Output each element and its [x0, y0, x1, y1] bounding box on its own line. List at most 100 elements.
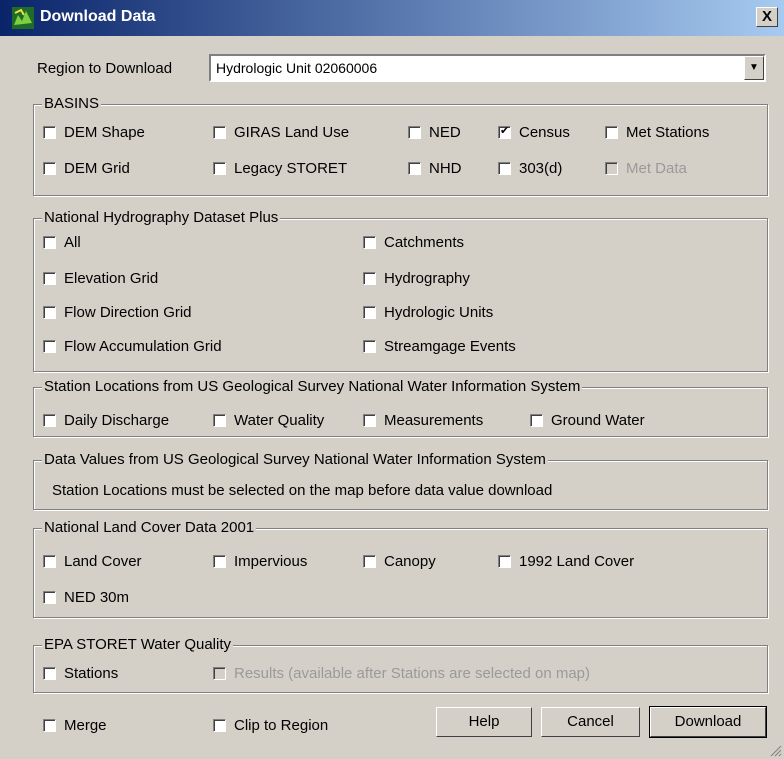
checkbox-label: Flow Direction Grid: [64, 304, 192, 321]
checkbox-1992-land-cover[interactable]: 1992 Land Cover: [498, 553, 634, 570]
checkbox-label: Ground Water: [551, 412, 645, 429]
checkbox-box[interactable]: [213, 414, 226, 427]
checkbox-box[interactable]: [363, 306, 376, 319]
checkbox-label: 303(d): [519, 160, 563, 177]
checkbox-box[interactable]: [363, 414, 376, 427]
resize-grip-icon[interactable]: [770, 745, 782, 757]
checkbox-box[interactable]: [43, 236, 56, 249]
title-bar: Download Data X: [0, 0, 784, 36]
checkbox-label: Flow Accumulation Grid: [64, 338, 222, 355]
checkbox-label: Impervious: [234, 553, 308, 570]
checkbox-dem-grid[interactable]: DEM Grid: [43, 160, 130, 177]
checkbox-flow-accumulation-grid[interactable]: Flow Accumulation Grid: [43, 338, 222, 355]
checkbox-daily-discharge[interactable]: Daily Discharge: [43, 412, 169, 429]
checkbox-label: All: [64, 234, 81, 251]
checkbox-box[interactable]: [43, 719, 56, 732]
checkbox-hydrography[interactable]: Hydrography: [363, 270, 470, 287]
nwis-stations-legend: Station Locations from US Geological Sur…: [42, 378, 583, 395]
checkbox-ned-30m[interactable]: NED 30m: [43, 589, 129, 606]
help-button[interactable]: Help: [436, 707, 532, 737]
checkbox-box[interactable]: [363, 555, 376, 568]
basins-legend: BASINS: [42, 95, 102, 112]
checkbox-merge[interactable]: Merge: [43, 717, 107, 734]
checkbox-box[interactable]: [43, 414, 56, 427]
checkbox-nhd[interactable]: NHD: [408, 160, 462, 177]
checkbox-label: Hydrography: [384, 270, 470, 287]
checkbox-label: Daily Discharge: [64, 412, 170, 429]
checkbox-box[interactable]: [363, 340, 376, 353]
checkbox-box[interactable]: [43, 340, 56, 353]
checkbox-box[interactable]: [498, 162, 511, 175]
checkbox-label: Water Quality: [234, 412, 325, 429]
checkbox-label: Canopy: [384, 553, 436, 570]
checkbox-box[interactable]: [43, 667, 56, 680]
checkbox-legacy-storet[interactable]: Legacy STORET: [213, 160, 347, 177]
checkbox-box[interactable]: [408, 162, 421, 175]
checkbox-label: GIRAS Land Use: [234, 124, 350, 141]
checkbox-met-data: Met Data: [605, 160, 687, 177]
checkbox-box[interactable]: [43, 162, 56, 175]
checkbox-label: 1992 Land Cover: [519, 553, 635, 570]
storet-legend: EPA STORET Water Quality: [42, 636, 234, 653]
checkbox-box[interactable]: [530, 414, 543, 427]
checkbox-census[interactable]: Census: [498, 124, 570, 141]
checkbox-box[interactable]: [213, 126, 226, 139]
checkbox-nhd-all[interactable]: All: [43, 234, 81, 251]
checkbox-box[interactable]: [408, 126, 421, 139]
checkbox-label: Census: [519, 124, 570, 141]
checkbox-label: Met Stations: [626, 124, 710, 141]
nhdplus-legend: National Hydrography Dataset Plus: [42, 209, 281, 226]
checkbox-ground-water[interactable]: Ground Water: [530, 412, 645, 429]
checkbox-label: Results (available after Stations are se…: [234, 665, 591, 682]
checkbox-box[interactable]: [43, 555, 56, 568]
checkbox-catchments[interactable]: Catchments: [363, 234, 464, 251]
nlcd-legend: National Land Cover Data 2001: [42, 519, 257, 536]
checkbox-label: Legacy STORET: [234, 160, 348, 177]
checkbox-box: [605, 162, 618, 175]
checkbox-box[interactable]: [43, 591, 56, 604]
checkbox-dem-shape[interactable]: DEM Shape: [43, 124, 145, 141]
checkbox-flow-direction-grid[interactable]: Flow Direction Grid: [43, 304, 192, 321]
chevron-down-icon[interactable]: ▼: [744, 56, 764, 80]
checkbox-land-cover[interactable]: Land Cover: [43, 553, 142, 570]
checkbox-elevation-grid[interactable]: Elevation Grid: [43, 270, 158, 287]
checkbox-streamgage-events[interactable]: Streamgage Events: [363, 338, 516, 355]
checkbox-storet-stations[interactable]: Stations: [43, 665, 118, 682]
window-title: Download Data: [40, 8, 156, 25]
checkbox-met-stations[interactable]: Met Stations: [605, 124, 709, 141]
checkbox-ned[interactable]: NED: [408, 124, 461, 141]
checkbox-label: Stations: [64, 665, 119, 682]
checkbox-water-quality[interactable]: Water Quality: [213, 412, 324, 429]
checkbox-303d[interactable]: 303(d): [498, 160, 562, 177]
checkbox-giras-land-use[interactable]: GIRAS Land Use: [213, 124, 349, 141]
checkbox-label: NED: [429, 124, 461, 141]
checkbox-hydrologic-units[interactable]: Hydrologic Units: [363, 304, 493, 321]
download-button[interactable]: Download: [649, 706, 767, 738]
close-button[interactable]: X: [756, 7, 778, 27]
checkbox-box[interactable]: [363, 236, 376, 249]
checkbox-box[interactable]: [213, 555, 226, 568]
checkbox-box[interactable]: [43, 272, 56, 285]
checkbox-box[interactable]: [605, 126, 618, 139]
region-select[interactable]: Hydrologic Unit 02060006 ▼: [209, 54, 766, 82]
checkbox-clip-to-region[interactable]: Clip to Region: [213, 717, 328, 734]
checkbox-box: [213, 667, 226, 680]
checkbox-box[interactable]: [213, 162, 226, 175]
checkbox-label: DEM Shape: [64, 124, 145, 141]
checkbox-label: DEM Grid: [64, 160, 130, 177]
checkbox-box[interactable]: [363, 272, 376, 285]
checkbox-label: Measurements: [384, 412, 484, 429]
checkbox-box[interactable]: [498, 555, 511, 568]
checkbox-box[interactable]: [43, 126, 56, 139]
checkbox-box[interactable]: [213, 719, 226, 732]
checkbox-measurements[interactable]: Measurements: [363, 412, 483, 429]
checkbox-box[interactable]: [498, 124, 511, 139]
checkbox-storet-results: Results (available after Stations are se…: [213, 665, 590, 682]
nwis-values-legend: Data Values from US Geological Survey Na…: [42, 451, 548, 468]
checkbox-box[interactable]: [43, 306, 56, 319]
checkbox-canopy[interactable]: Canopy: [363, 553, 436, 570]
checkbox-impervious[interactable]: Impervious: [213, 553, 307, 570]
checkbox-label: Elevation Grid: [64, 270, 159, 287]
cancel-button[interactable]: Cancel: [541, 707, 640, 737]
checkbox-label: Clip to Region: [234, 717, 329, 734]
